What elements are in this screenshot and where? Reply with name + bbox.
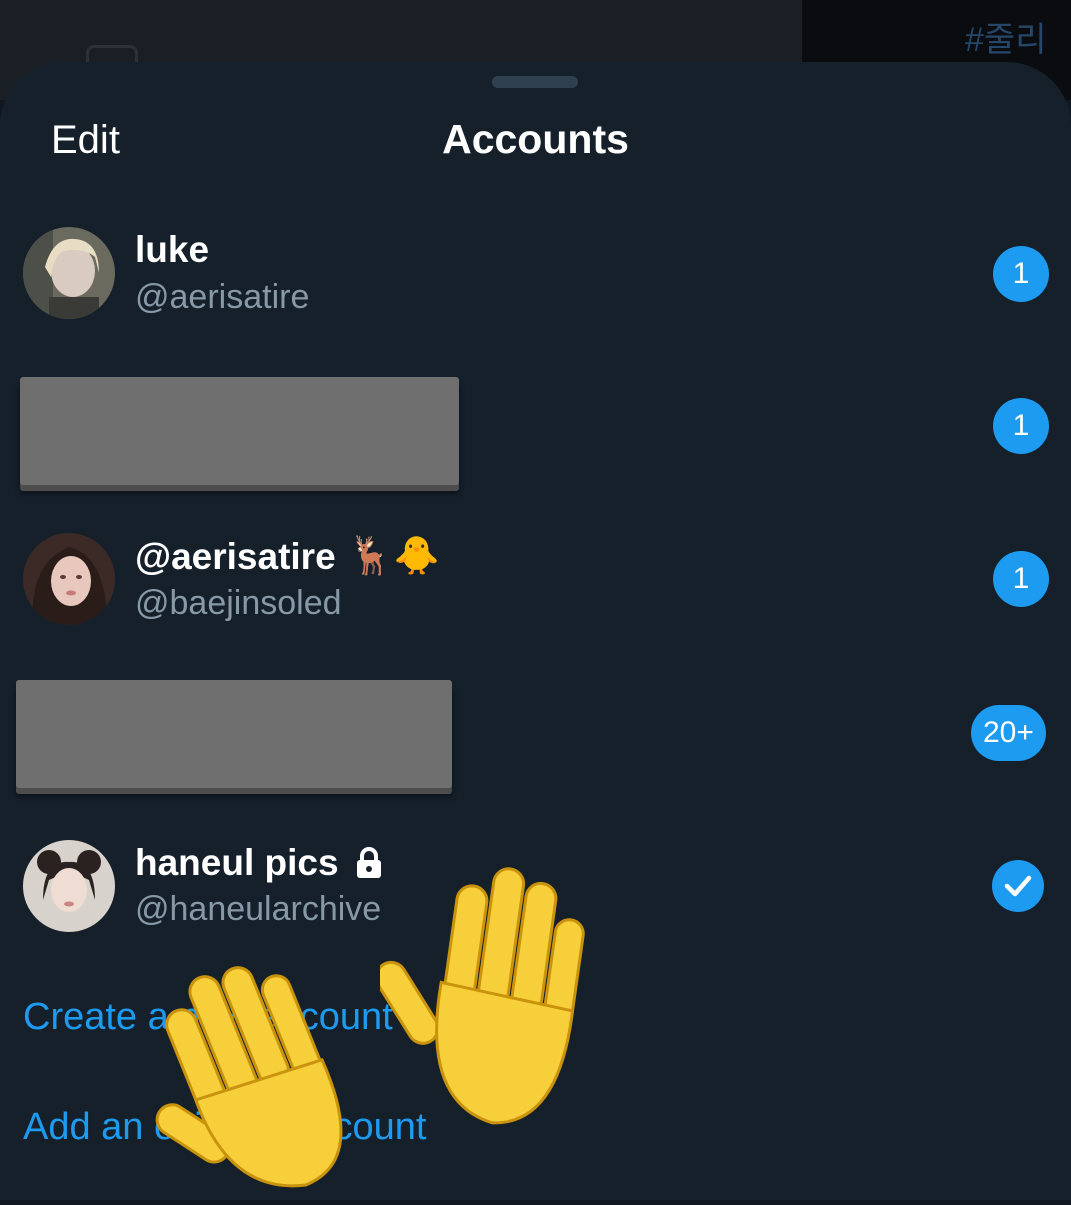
redaction-box (16, 680, 452, 788)
name-emoji: 🦌🐥 (347, 535, 440, 576)
lock-icon (355, 847, 383, 879)
account-handle: @baejinsoled (135, 584, 342, 622)
redaction-box (20, 377, 459, 485)
account-row-luke[interactable]: luke @aerisatire 1 (0, 202, 1071, 342)
account-name: @aerisatire 🦌🐥 (135, 535, 440, 578)
background-hashtag: #줄리 (965, 21, 1047, 59)
account-row-redacted[interactable]: 1 (0, 356, 1071, 496)
sheet-title: Accounts (442, 116, 629, 162)
sheet-grabber[interactable] (492, 76, 578, 88)
active-checkmark-icon (992, 860, 1044, 912)
account-handle: @aerisatire (135, 278, 310, 316)
unread-badge: 20+ (971, 705, 1046, 761)
account-name: luke (135, 229, 210, 270)
account-handle: @haneularchive (135, 890, 382, 928)
account-name-text: haneul pics (135, 842, 339, 883)
account-name: haneul pics (135, 842, 383, 884)
avatar (23, 227, 115, 319)
unread-badge: 1 (993, 246, 1049, 302)
account-row-aerisatire[interactable]: @aerisatire 🦌🐥 @baejinsoled 1 (0, 510, 1071, 650)
avatar (23, 840, 115, 932)
account-name-text: @aerisatire (135, 535, 336, 577)
avatar (23, 533, 115, 625)
waving-hand-icon (150, 940, 390, 1205)
waving-hand-icon (374, 860, 610, 1135)
account-row-redacted[interactable]: 20+ (0, 664, 1071, 804)
unread-badge: 1 (993, 551, 1049, 607)
unread-badge: 1 (993, 398, 1049, 454)
